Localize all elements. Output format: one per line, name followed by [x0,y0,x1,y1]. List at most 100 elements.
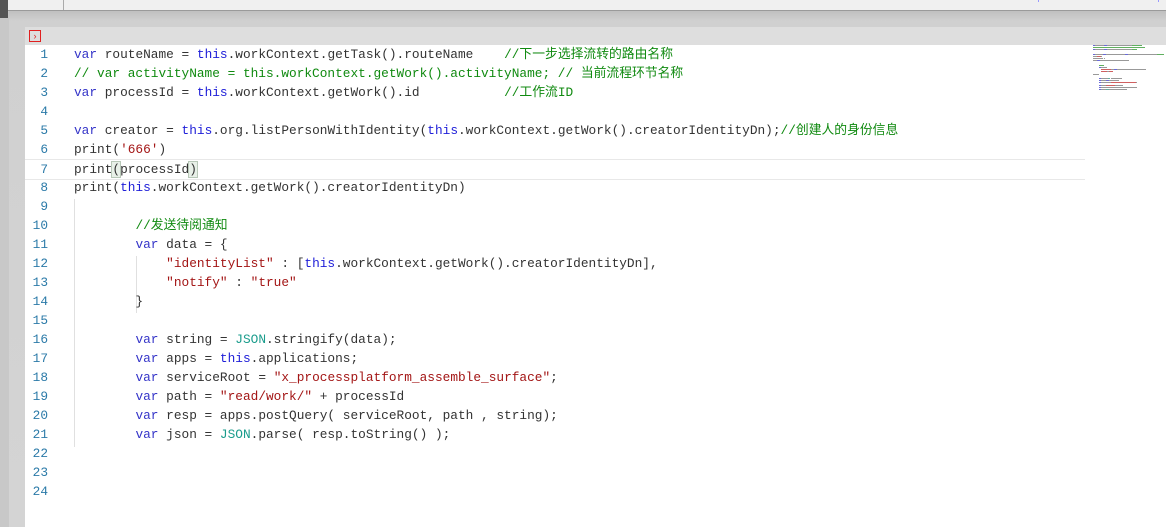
code-token: this [181,123,213,138]
line-text: // var activityName = this.workContext.g… [74,64,683,83]
line-text: var processId = this.workContext.getWork… [74,83,573,102]
code-line[interactable]: 3 var processId = this.workContext.getWor… [25,83,1085,102]
tab-separator [63,0,64,10]
line-number: 14 [32,294,48,309]
line-text: var apps = this.applications; [74,349,358,368]
code-line[interactable]: 4 [25,102,1085,121]
line-text: "notify" : "true" [74,273,297,292]
code-token: .workContext.getWork().id [227,85,505,100]
code-line[interactable]: 24 [25,482,1085,501]
minimap-mark [1116,69,1147,71]
code-line[interactable]: 5 var creator = this.org.listPersonWithId… [25,121,1085,140]
minimap-mark [1100,86,1138,88]
code-token: this [120,180,151,195]
line-text: var resp = apps.postQuery( serviceRoot, … [74,406,558,425]
minimap-mark [1114,84,1124,86]
minimap[interactable] [1093,45,1166,105]
minimap-mark [1098,64,1105,66]
code-token: print [74,162,113,177]
code-token: "read/work/" [219,389,313,404]
code-token: .stringify(data); [266,332,397,347]
code-line[interactable]: 13 "notify" : "true" [25,273,1085,292]
code-token: .workContext.getWork().creatorIdentityDn… [335,256,658,271]
code-line[interactable]: 17 var apps = this.applications; [25,349,1085,368]
code-token: "x_processplatform_assemble_surface" [273,370,551,385]
code-line[interactable]: 20 var resp = apps.postQuery( serviceRoo… [25,406,1085,425]
code-token: print( [74,142,121,157]
minimap-mark [1103,58,1105,60]
code-line[interactable]: 22 [25,444,1085,463]
line-text: print('666') [74,140,166,159]
code-token: var [135,389,159,404]
code-token: ; [550,370,558,385]
minimap-mark [1095,49,1105,51]
run-icon[interactable]: › [29,30,41,42]
code-line[interactable]: 18 var serviceRoot = "x_processplatform_… [25,368,1085,387]
code-token: : [ [273,256,305,271]
minimap-mark [1157,53,1165,55]
line-number: 5 [40,123,48,138]
code-line[interactable]: 6 print('666') [25,140,1085,159]
minimap-mark [1136,82,1138,84]
minimap-mark [1093,47,1145,49]
line-number: 19 [32,389,48,404]
code-token: //下一步选择流转的路由名称 [504,47,673,62]
code-token: ) [158,142,167,157]
code-line[interactable]: 12 "identityList" : [this.workContext.ge… [25,254,1085,273]
code-area[interactable]: 1 var routeName = this.workContext.getTas… [25,45,1085,527]
code-token: + processId [312,389,405,404]
minimap-mark [1093,73,1100,75]
line-text: var string = JSON.stringify(data); [74,330,397,349]
code-token: .org.listPersonWithIdentity( [212,123,428,138]
code-line[interactable]: 16 var string = JSON.stringify(data); [25,330,1085,349]
code-line[interactable]: 15 [25,311,1085,330]
line-number: 12 [32,256,48,271]
line-text: } [74,292,143,311]
code-token: this [196,47,228,62]
line-number: 3 [40,85,48,100]
minimap-mark [1107,49,1133,51]
code-line[interactable]: 9 [25,197,1085,216]
code-line[interactable]: 7 print(processId) [25,159,1085,180]
code-token: .parse( resp.toString() ); [250,427,451,442]
line-number: 2 [40,66,48,81]
code-line[interactable]: 1 var routeName = this.workContext.getTas… [25,45,1085,64]
line-number: 15 [32,313,48,328]
code-token: } [74,294,144,309]
code-line[interactable]: 10 //发送待阅通知 [25,216,1085,235]
line-number: 10 [32,218,48,233]
minimap-mark [1100,82,1112,84]
line-number: 7 [40,162,48,177]
code-token: ) [188,161,198,178]
minimap-mark [1109,89,1128,90]
code-token: var [74,47,98,62]
code-token: "true" [250,275,297,290]
code-token: data = { [158,237,228,252]
code-line[interactable]: 11 var data = { [25,235,1085,254]
code-line[interactable]: 2 // var activityName = this.workContext.… [25,64,1085,83]
line-text: print(processId) [74,160,198,179]
line-number: 20 [32,408,48,423]
code-token: var [74,85,98,100]
code-line[interactable]: 14 } [25,292,1085,311]
code-line[interactable]: 21 var json = JSON.parse( resp.toString(… [25,425,1085,444]
script-editor-panel: › 1 var routeName = this.workContext.getT… [25,27,1166,527]
minimap-mark [1106,84,1115,86]
code-token: resp = apps.postQuery( serviceRoot, path… [158,408,558,423]
minimap-mark [1100,78,1108,79]
line-text: var path = "read/work/" + processId [74,387,404,406]
line-text: var serviceRoot = "x_processplatform_ass… [74,368,558,387]
minimap-mark [1101,69,1112,71]
code-line[interactable]: 8 print(this.workContext.getWork().creato… [25,178,1085,197]
code-line[interactable]: 19 var path = "read/work/" + processId [25,387,1085,406]
code-line[interactable]: 23 [25,463,1085,482]
code-token: serviceRoot = [158,370,274,385]
code-token: JSON [219,427,251,442]
line-number: 4 [40,104,48,119]
